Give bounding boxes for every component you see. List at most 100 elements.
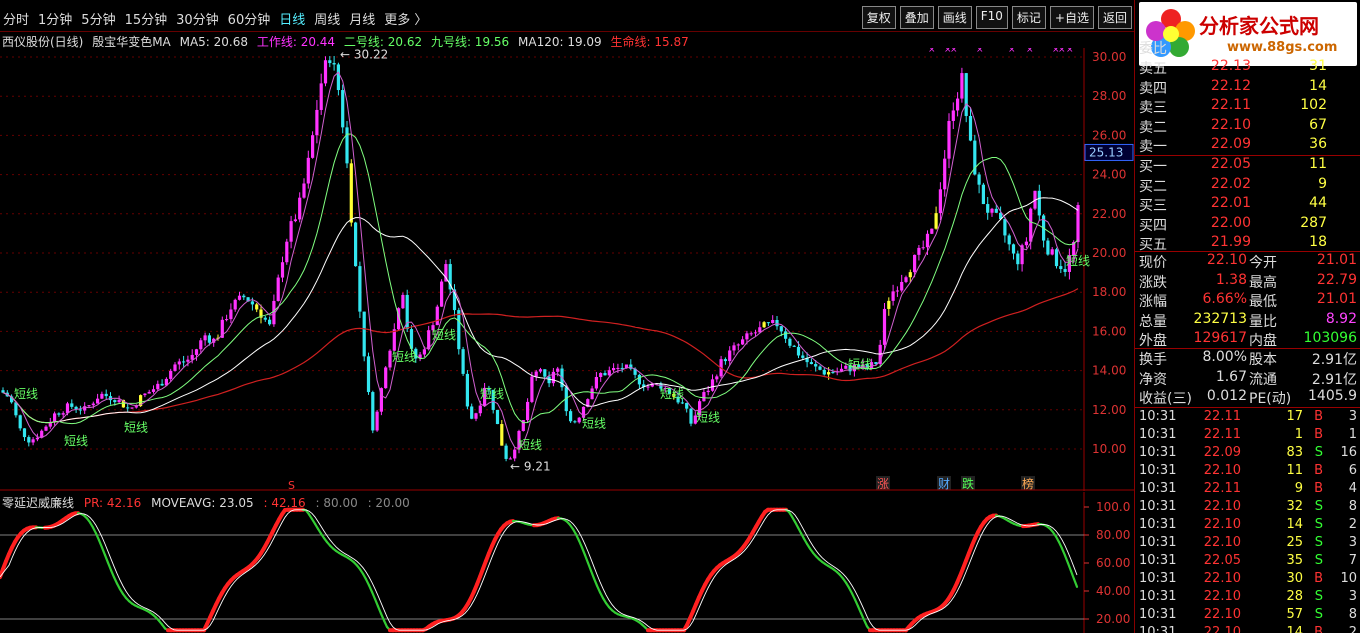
tool-button-5[interactable]: +自选 bbox=[1049, 6, 1094, 29]
candle-body bbox=[255, 304, 259, 310]
trade-row: 10:31 22.10 25 S 3 bbox=[1135, 535, 1360, 553]
trade-cell: 10:31 bbox=[1139, 517, 1177, 532]
trade-cell: S bbox=[1314, 445, 1323, 460]
candle-body bbox=[749, 333, 753, 335]
price-tick-label: 28.00 bbox=[1092, 89, 1126, 103]
tab-period-9[interactable]: 更多 〉 bbox=[384, 9, 427, 28]
tab-period-4[interactable]: 30分钟 bbox=[176, 9, 219, 28]
tab-period-8[interactable]: 月线 bbox=[349, 9, 375, 28]
tool-button-4[interactable]: 标记 bbox=[1011, 6, 1046, 29]
candle-body bbox=[1063, 269, 1067, 272]
tool-button-1[interactable]: 叠加 bbox=[899, 6, 934, 29]
williams-indicator-chart[interactable]: 100.0 80.00 60.00 40.00 20.00 bbox=[0, 492, 1134, 633]
candle-body bbox=[315, 109, 319, 136]
trade-cell: 3 bbox=[1348, 589, 1357, 604]
tool-button-6[interactable]: 返回 bbox=[1097, 6, 1132, 29]
trade-cell: 22.10 bbox=[1203, 535, 1241, 550]
candle-body bbox=[1024, 241, 1028, 246]
candle-body bbox=[311, 135, 315, 158]
trade-cell: S bbox=[1314, 499, 1323, 514]
top-toolbar: 分时 1分钟 5分钟 15分钟 30分钟 60分钟 日线 周线 月线 更多 〉 复权 叠加 画线 F10… bbox=[0, 0, 1134, 32]
candle-body bbox=[461, 349, 465, 374]
candle-body bbox=[960, 73, 964, 99]
short-line-label: 短线 bbox=[480, 387, 504, 401]
tool-button-2[interactable]: 画线 bbox=[937, 6, 972, 29]
trade-cell: 10:31 bbox=[1139, 553, 1177, 568]
candle-body bbox=[1, 390, 5, 393]
candle-body bbox=[362, 311, 366, 357]
site-logo: 分析家公式网 www.88gs.com bbox=[1139, 2, 1357, 66]
tab-period-7[interactable]: 周线 bbox=[314, 9, 340, 28]
sell-row: 卖二 22.10 67 bbox=[1135, 117, 1360, 136]
tool-button-0[interactable]: 复权 bbox=[861, 6, 896, 29]
quote-volume: 31 bbox=[1309, 58, 1327, 74]
candle-body bbox=[620, 367, 624, 369]
trade-row: 10:31 22.10 28 S 3 bbox=[1135, 589, 1360, 607]
tab-period-1[interactable]: 1分钟 bbox=[38, 9, 72, 28]
tab-period-5[interactable]: 60分钟 bbox=[228, 9, 271, 28]
candle-body bbox=[328, 60, 332, 64]
candle-body bbox=[801, 355, 805, 358]
trade-cell: 6 bbox=[1348, 463, 1357, 478]
info-label: 净资 bbox=[1139, 371, 1167, 388]
price-tick-label: 22.00 bbox=[1092, 207, 1126, 221]
trade-cell: 4 bbox=[1348, 481, 1357, 496]
info-label: 涨幅 bbox=[1139, 294, 1167, 310]
candle-body bbox=[306, 157, 310, 184]
candlestick-chart[interactable]: 30.00 28.00 26.00 24.00 22.00 20.00 18.00 16.00… bbox=[0, 48, 1134, 491]
tool-button-3[interactable]: F10 bbox=[975, 6, 1008, 29]
candle-body bbox=[938, 189, 942, 214]
candle-body bbox=[736, 344, 740, 346]
candle-body bbox=[1011, 244, 1016, 254]
tab-period-0[interactable]: 分时 bbox=[3, 9, 29, 28]
quote-label: 买四 bbox=[1139, 217, 1167, 234]
trade-cell: 1 bbox=[1348, 427, 1357, 442]
quote-volume: 9 bbox=[1318, 175, 1327, 192]
candle-body bbox=[900, 281, 904, 291]
candle-body bbox=[495, 409, 500, 425]
candle-body bbox=[302, 183, 306, 198]
trade-cell: S bbox=[1314, 517, 1323, 532]
candle-body bbox=[323, 60, 328, 84]
candle-body bbox=[250, 301, 254, 305]
trade-row: 10:31 22.10 11 B 6 bbox=[1135, 463, 1360, 481]
tab-period-3[interactable]: 15分钟 bbox=[125, 9, 168, 28]
ind-tick-label: 60.00 bbox=[1096, 556, 1130, 570]
life-line-value: 生命线: 15.87 bbox=[610, 35, 689, 49]
candle-body bbox=[332, 63, 336, 65]
candle-body bbox=[930, 228, 934, 234]
candle-body bbox=[1016, 253, 1020, 265]
trade-row: 10:31 22.10 32 S 8 bbox=[1135, 499, 1360, 517]
tool-buttons: 复权 叠加 画线 F10 标记 +自选 返回 bbox=[861, 6, 1132, 29]
candle-body bbox=[298, 197, 302, 220]
candle-body bbox=[702, 392, 706, 402]
candle-body bbox=[706, 390, 710, 393]
candle-body bbox=[732, 345, 736, 351]
tab-period-2[interactable]: 5分钟 bbox=[81, 9, 115, 28]
candle-body bbox=[943, 158, 947, 190]
candle-body bbox=[594, 377, 598, 389]
ind-tick-label: 80.00 bbox=[1096, 528, 1130, 542]
trade-cell: 8 bbox=[1348, 607, 1357, 622]
candle-body bbox=[31, 439, 35, 443]
trade-cell: 10:31 bbox=[1139, 607, 1177, 622]
candle-body bbox=[1037, 190, 1041, 216]
tab-period-6[interactable]: 日线 bbox=[279, 9, 305, 28]
candle-body bbox=[590, 388, 594, 400]
info-value: 103096 bbox=[1303, 330, 1357, 346]
price-tick-label: 20.00 bbox=[1092, 246, 1126, 260]
candle-body bbox=[113, 400, 117, 403]
candle-body bbox=[18, 415, 22, 429]
signal-marker: × bbox=[1008, 48, 1016, 55]
candle-body bbox=[229, 309, 233, 320]
candle-body bbox=[831, 372, 835, 374]
trade-cell: 10:31 bbox=[1139, 445, 1177, 460]
short-line-label: 短线 bbox=[660, 387, 684, 401]
candle-body bbox=[289, 221, 293, 242]
candle-body bbox=[1003, 219, 1007, 236]
candle-body bbox=[762, 322, 766, 328]
trade-cell: 2 bbox=[1348, 517, 1357, 532]
trade-cell: 9 bbox=[1294, 481, 1303, 496]
candle-body bbox=[203, 335, 207, 341]
info-row: 现价 22.10 今开 21.01 bbox=[1135, 252, 1360, 271]
